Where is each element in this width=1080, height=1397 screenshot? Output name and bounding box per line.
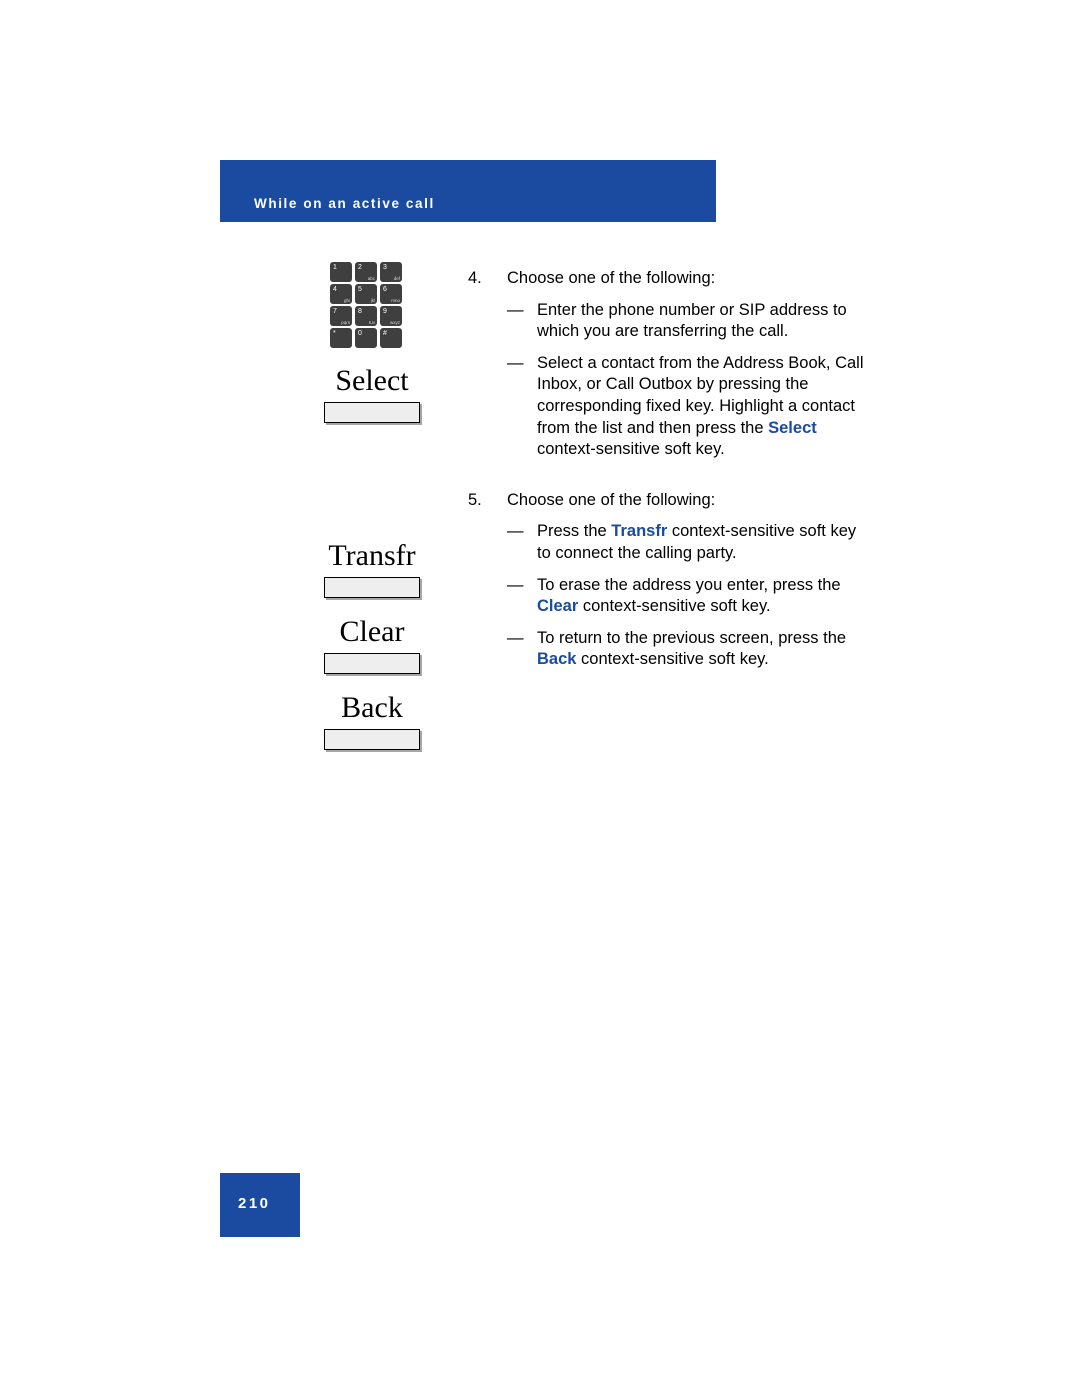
bullet-text: context-sensitive soft key. [576, 650, 769, 669]
bullet-text: context-sensitive soft key. [578, 597, 771, 616]
keypad-key: 7 pqrs [330, 306, 352, 326]
keypad-key-digit: 5 [358, 286, 362, 293]
step-text: Choose one of the following: [507, 490, 716, 509]
list-item: — Press the Transfr context-sensitive sof… [507, 521, 868, 564]
em-dash-bullet: — [507, 353, 524, 372]
softkey-illustration-select: Select [292, 358, 452, 423]
keypad-key-letters: pqrs [341, 320, 350, 325]
keypad-key: * [330, 328, 352, 348]
keypad-key-letters: mno [391, 298, 400, 303]
bullet-text: Press the [537, 522, 612, 541]
keypad-key: 6 mno [380, 284, 402, 304]
em-dash-bullet: — [507, 628, 524, 647]
keypad-key: 3 def [380, 262, 402, 282]
page-number-box: 210 [220, 1173, 300, 1237]
softkey-label-back: Back [341, 691, 403, 724]
keypad-key-digit: 7 [333, 308, 337, 315]
step-bullet-list: — Enter the phone number or SIP address t… [468, 300, 868, 461]
bullet-text: To erase the address you enter, press th… [537, 575, 841, 594]
step-text: Choose one of the following: [507, 269, 716, 287]
softkey-button-clear[interactable] [324, 653, 420, 674]
step-item: 4. Choose one of the following: [468, 268, 868, 290]
procedure-steps: 4. Choose one of the following: — Enter t… [468, 268, 868, 681]
softkey-keyword-back: Back [537, 650, 577, 669]
keypad-key: 0 [355, 328, 377, 348]
keypad-key-letters: tuv [368, 320, 375, 325]
step-number: 5. [468, 490, 482, 509]
softkey-illustration-clear: Clear [292, 609, 452, 674]
softkey-label-transfr: Transfr [328, 539, 416, 572]
list-item: — Enter the phone number or SIP address t… [507, 300, 868, 343]
step-item: 5. Choose one of the following: [468, 490, 868, 512]
softkey-keyword-transfr: Transfr [611, 522, 668, 541]
list-item: — Select a contact from the Address Book,… [507, 353, 868, 461]
keypad-key-letters: jkl [370, 298, 375, 303]
keypad-key: # [380, 328, 402, 348]
softkey-label-select: Select [335, 364, 409, 397]
keypad-key: 9 wxyz [380, 306, 402, 326]
keypad-key-letters: ghi [343, 298, 350, 303]
keypad-key-letters: wxyz [390, 320, 400, 325]
keypad-key-digit: 4 [333, 286, 337, 293]
keypad-key-digit: 0 [358, 330, 362, 337]
step-number: 4. [468, 269, 482, 287]
softkey-illustration-back: Back [292, 685, 452, 750]
section-header-banner: While on an active call [220, 160, 716, 222]
keypad-key-digit: 1 [333, 264, 337, 271]
softkey-button-transfr[interactable] [324, 577, 420, 598]
bullet-text: context-sensitive soft key. [537, 440, 725, 459]
softkey-button-back[interactable] [324, 729, 420, 750]
telephone-keypad-icon: 1 2 abc 3 def 4 ghi 5 jkl 6 mno 7 pqrs 8 tuv 9w… [330, 262, 402, 350]
keypad-key: 8 tuv [355, 306, 377, 326]
keypad-key-digit: 6 [383, 286, 387, 293]
keypad-key-digit: 3 [383, 264, 387, 271]
em-dash-bullet: — [507, 522, 524, 541]
softkey-keyword-clear: Clear [537, 597, 579, 616]
keypad-key: 1 [330, 262, 352, 282]
keypad-key-letters: def [393, 276, 400, 281]
keypad-key-digit: 8 [358, 308, 362, 315]
keypad-key-digit: * [333, 330, 336, 337]
list-item: — To erase the address you enter, press t… [507, 575, 868, 618]
bullet-text: Enter the phone number or SIP address to… [537, 300, 847, 341]
softkey-button-select[interactable] [324, 402, 420, 423]
keypad-key-letters: abc [367, 276, 375, 281]
keypad-key: 2 abc [355, 262, 377, 282]
keypad-key-digit: # [383, 330, 387, 337]
list-item: — To return to the previous screen, press… [507, 628, 868, 671]
em-dash-bullet: — [507, 300, 524, 319]
page-number: 210 [238, 1195, 271, 1212]
step-bullet-list: — Press the Transfr context-sensitive sof… [468, 521, 868, 671]
keypad-key-digit: 2 [358, 264, 362, 271]
softkey-keyword-select: Select [768, 418, 817, 437]
softkey-illustration-transfr: Transfr [292, 533, 452, 598]
keypad-key: 5 jkl [355, 284, 377, 304]
keypad-key: 4 ghi [330, 284, 352, 304]
softkey-label-clear: Clear [339, 615, 405, 648]
section-header-title: While on an active call [254, 196, 435, 211]
keypad-illustration: 1 2 abc 3 def 4 ghi 5 jkl 6 mno 7 pqrs 8 tuv 9w… [300, 262, 460, 350]
em-dash-bullet: — [507, 575, 524, 594]
bullet-text: To return to the previous screen, press … [537, 628, 847, 647]
keypad-key-digit: 9 [383, 308, 387, 315]
